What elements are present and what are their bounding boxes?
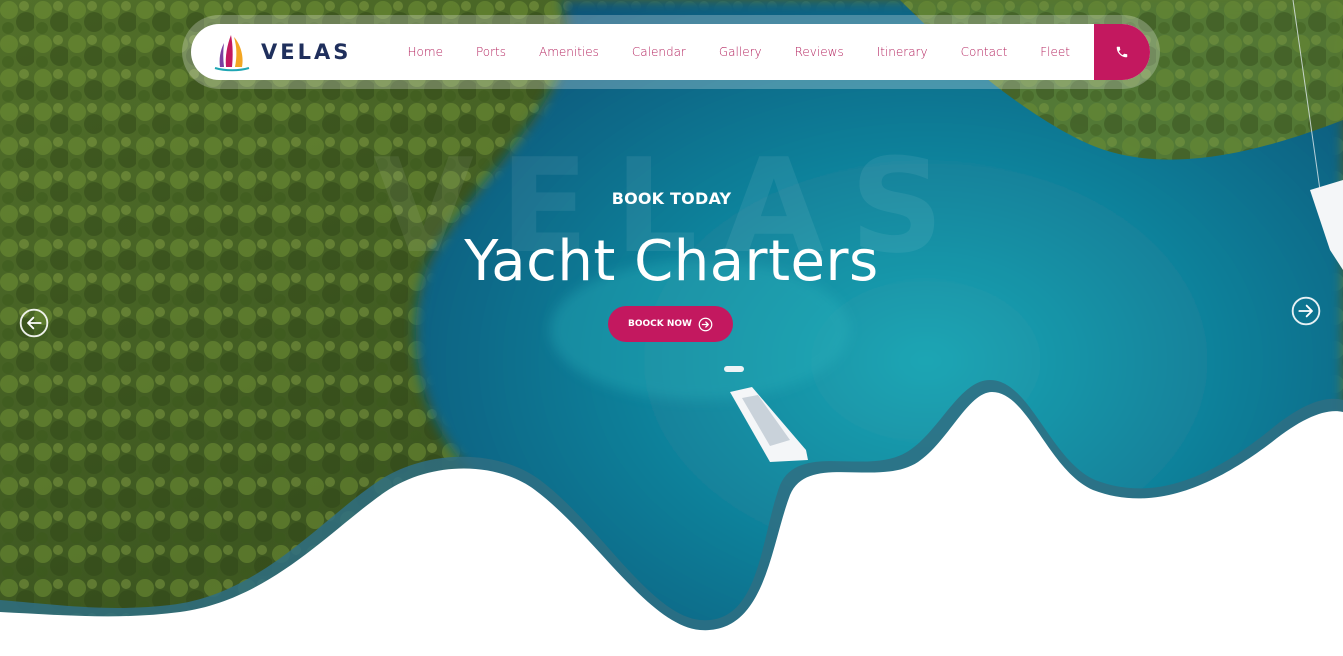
- nav-amenities[interactable]: Amenities: [539, 45, 599, 59]
- hero-eyebrow: BOOK TODAY: [611, 189, 732, 208]
- nav-calendar[interactable]: Calendar: [632, 45, 686, 59]
- main-menu: Home Ports Amenities Calendar Gallery Re…: [408, 45, 1070, 59]
- nav-home[interactable]: Home: [408, 45, 443, 59]
- slider-prev-button[interactable]: [18, 307, 50, 344]
- arrow-left-circle-icon: [19, 308, 49, 338]
- nav-gallery[interactable]: Gallery: [719, 45, 762, 59]
- nav-reviews[interactable]: Reviews: [795, 45, 844, 59]
- book-now-label: BOOCK NOW: [628, 319, 692, 329]
- book-now-button[interactable]: BOOCK NOW: [608, 306, 733, 342]
- nav-fleet[interactable]: Fleet: [1040, 45, 1070, 59]
- brand-name: VELAS: [261, 40, 352, 64]
- nav-itinerary[interactable]: Itinerary: [877, 45, 928, 59]
- navbar: VELAS Home Ports Amenities Calendar Gall…: [191, 24, 1150, 80]
- nav-contact[interactable]: Contact: [961, 45, 1008, 59]
- sailboat-logo-icon: [214, 35, 250, 72]
- hero-section: VELAS VELAS Home Ports Amenities Calenda…: [0, 0, 1343, 656]
- slider-next-button[interactable]: [1290, 295, 1322, 332]
- brand-logo[interactable]: VELAS: [211, 31, 351, 73]
- arrow-right-circle-icon: [1291, 296, 1321, 326]
- phone-icon: [1116, 46, 1128, 58]
- phone-button[interactable]: [1094, 24, 1150, 80]
- nav-ports[interactable]: Ports: [476, 45, 506, 59]
- hero-title: Yacht Charters: [464, 229, 879, 294]
- arrow-right-circle-icon: [698, 317, 713, 331]
